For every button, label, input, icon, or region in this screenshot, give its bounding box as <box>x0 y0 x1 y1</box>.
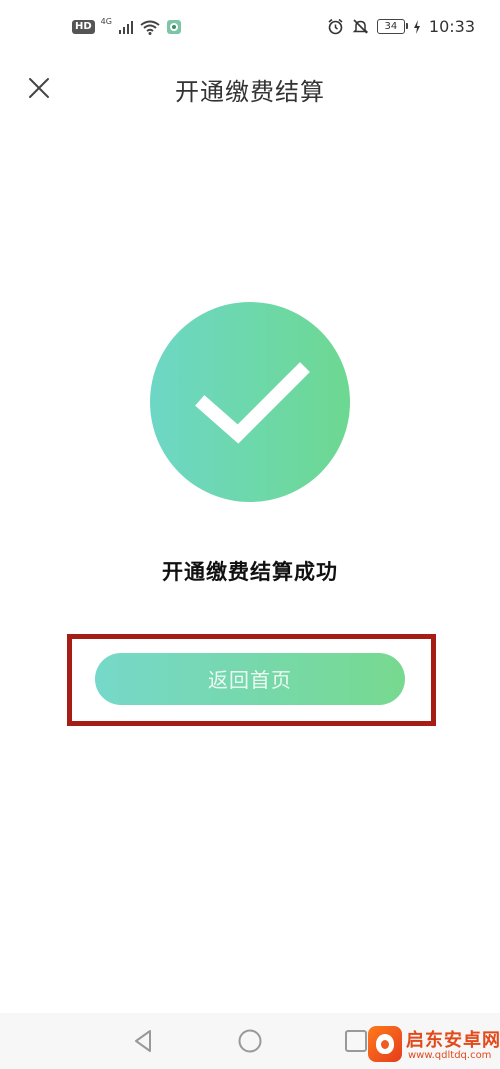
alarm-icon <box>328 18 343 35</box>
nav-recents-button[interactable] <box>342 1027 370 1055</box>
hd-badge: HD <box>72 20 95 34</box>
network-type: 4G <box>100 16 112 26</box>
signal-icon <box>118 21 133 34</box>
success-icon <box>150 302 350 502</box>
recents-square-icon <box>345 1030 367 1052</box>
status-time: 10:33 <box>428 17 475 36</box>
watermark-logo-icon <box>368 1026 402 1062</box>
wifi-icon <box>140 20 160 35</box>
watermark: 启东安卓网 www.qdltdq.com <box>368 1024 500 1066</box>
success-message: 开通缴费结算成功 <box>162 560 338 584</box>
status-left: HD 4G <box>72 16 182 35</box>
header: 开通缴费结算 <box>0 58 500 118</box>
nav-back-button[interactable] <box>130 1027 158 1055</box>
back-triangle-icon <box>135 1030 151 1052</box>
mute-icon <box>352 19 369 34</box>
app-notification-icon <box>166 20 181 34</box>
home-circle-icon <box>238 1029 262 1053</box>
nav-home-button[interactable] <box>236 1027 264 1055</box>
status-right: 34 10:33 <box>327 17 475 36</box>
watermark-url: www.qdltdq.com <box>408 1050 492 1061</box>
checkmark-icon <box>195 362 310 444</box>
page-title: 开通缴费结算 <box>175 78 325 106</box>
charging-icon <box>413 19 420 34</box>
status-bar: HD 4G 34 10:33 <box>0 0 500 58</box>
watermark-name: 启东安卓网 <box>406 1030 500 1051</box>
return-home-button[interactable]: 返回首页 <box>95 653 405 705</box>
battery-indicator: 34 <box>376 19 408 34</box>
